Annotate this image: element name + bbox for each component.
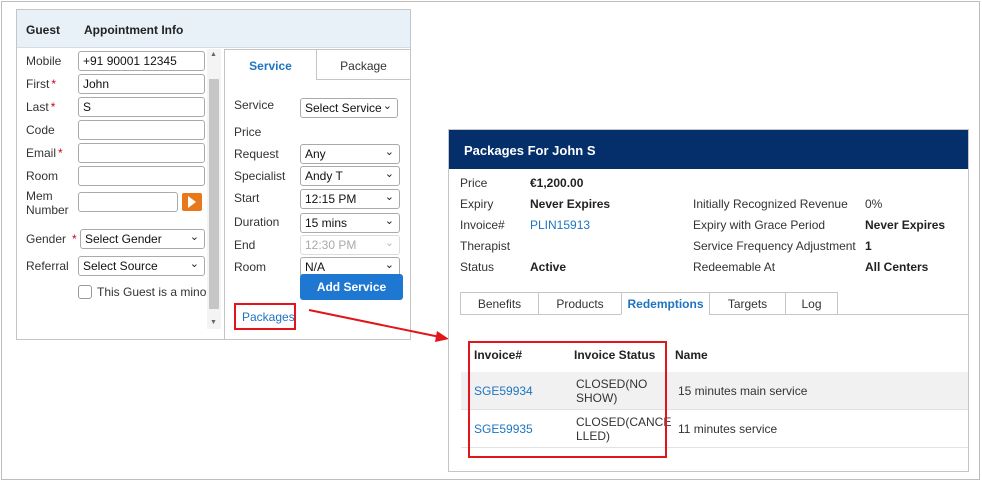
- grace-period-value: Never Expires: [865, 218, 946, 232]
- frequency-adjustment-label: Service Frequency Adjustment: [693, 239, 856, 253]
- invoice-label: Invoice#: [460, 218, 505, 232]
- tab-log[interactable]: Log: [785, 292, 838, 315]
- status-value: Active: [530, 260, 567, 274]
- recognized-revenue-label: Initially Recognized Revenue: [693, 197, 848, 211]
- expiry-value: Never Expires: [530, 197, 611, 211]
- redemptions-highlight-box: [468, 341, 667, 458]
- invoice-link[interactable]: PLIN15913: [530, 218, 590, 232]
- redeemable-at-label: Redeemable At: [693, 260, 776, 274]
- recognized-revenue-value: 0%: [865, 197, 883, 211]
- redeemable-at-value: All Centers: [865, 260, 929, 274]
- name-column-header: Name: [675, 348, 708, 362]
- service-name: 11 minutes service: [678, 422, 778, 436]
- status-label: Status: [460, 260, 495, 274]
- tab-redemptions[interactable]: Redemptions: [621, 292, 710, 315]
- packages-window: Packages For John S Price €1,200.00 Expi…: [448, 129, 969, 472]
- packages-header: Packages For John S: [449, 130, 968, 169]
- grace-period-label: Expiry with Grace Period: [693, 218, 826, 232]
- tab-targets[interactable]: Targets: [709, 292, 786, 315]
- frequency-adjustment-value: 1: [865, 239, 872, 253]
- service-name: 15 minutes main service: [678, 384, 808, 398]
- expiry-label: Expiry: [460, 197, 494, 211]
- price-value: €1,200.00: [530, 176, 584, 190]
- tab-benefits[interactable]: Benefits: [460, 292, 539, 315]
- tab-products[interactable]: Products: [538, 292, 622, 315]
- therapist-label: Therapist: [460, 239, 511, 253]
- price-label: Price: [460, 176, 488, 190]
- packages-title: Packages For John S: [464, 143, 596, 158]
